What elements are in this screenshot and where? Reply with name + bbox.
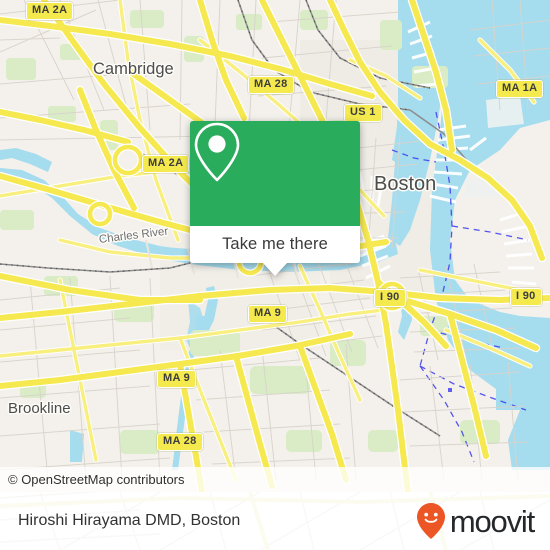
moovit-wordmark: moovit xyxy=(449,503,535,539)
moovit-pin-icon xyxy=(416,503,445,539)
openstreetmap-attribution[interactable]: © OpenStreetMap contributors xyxy=(0,472,185,487)
moovit-brand: moovit xyxy=(416,502,550,540)
map-canvas[interactable]: Cambridge Boston Brookline Charles River… xyxy=(0,0,550,492)
map-attribution-bar: © OpenStreetMap contributors xyxy=(0,467,550,492)
popup-action-row[interactable]: Take me there xyxy=(190,226,360,276)
location-popup-card[interactable]: Take me there xyxy=(190,121,360,276)
map-pin-icon xyxy=(194,122,240,182)
popup-tail-pointer xyxy=(263,263,287,276)
take-me-there-label: Take me there xyxy=(222,235,328,253)
location-title: Hiroshi Hirayama DMD, Boston xyxy=(18,512,241,529)
popup-header xyxy=(190,121,360,226)
screen: Cambridge Boston Brookline Charles River… xyxy=(0,0,550,550)
bottom-info-bar: Hiroshi Hirayama DMD, Boston moovit xyxy=(0,492,550,550)
